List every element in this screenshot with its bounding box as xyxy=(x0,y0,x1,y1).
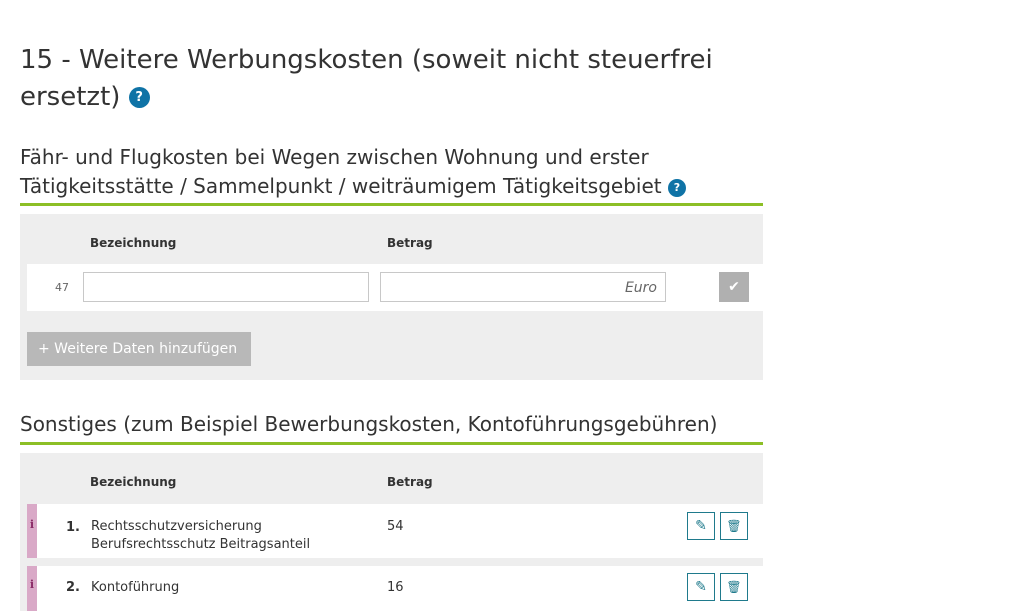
trash-icon: 🗑 xyxy=(726,580,742,594)
item-number: 2. xyxy=(66,580,80,595)
item-description: Kontoführung xyxy=(91,580,180,595)
entry-row: 47 Euro ✔ xyxy=(27,264,776,311)
delete-button[interactable]: 🗑 xyxy=(720,573,748,601)
help-icon[interactable]: ? xyxy=(667,178,686,197)
pencil-icon: ✎ xyxy=(695,579,707,595)
description-input[interactable] xyxy=(83,272,369,302)
confirm-button[interactable]: ✔ xyxy=(719,272,749,302)
other-costs-panel: Bezeichnung Betrag i 1. Rechtsschutzvers… xyxy=(20,453,776,611)
item-amount: 16 xyxy=(387,580,404,595)
item-number: 1. xyxy=(66,520,80,535)
checkmark-icon: ✔ xyxy=(728,279,740,295)
edit-button[interactable]: ✎ xyxy=(687,573,715,601)
info-icon: i xyxy=(29,518,35,531)
column-header-description: Bezeichnung xyxy=(90,236,177,250)
section-divider xyxy=(20,442,763,445)
section-heading-other: Sonstiges (zum Beispiel Bewerbungskosten… xyxy=(20,412,718,436)
list-item: i 1. Rechtsschutzversicherung Berufsrech… xyxy=(27,504,776,558)
column-header-amount: Betrag xyxy=(387,475,433,489)
column-header-description: Bezeichnung xyxy=(90,475,177,489)
trash-icon: 🗑 xyxy=(726,519,742,533)
page-title-text: 15 - Weitere Werbungskosten (soweit nich… xyxy=(20,45,713,112)
page-title: 15 - Weitere Werbungskosten (soweit nich… xyxy=(20,42,720,116)
list-item: i 2. Kontoführung 16 ✎ 🗑 xyxy=(27,566,776,611)
info-marker[interactable]: i xyxy=(27,566,37,611)
edit-button[interactable]: ✎ xyxy=(687,512,715,540)
add-more-data-button[interactable]: + Weitere Daten hinzufügen xyxy=(27,332,252,366)
column-header-amount: Betrag xyxy=(387,236,433,250)
pencil-icon: ✎ xyxy=(695,518,707,534)
help-icon[interactable]: ? xyxy=(128,87,150,108)
item-description: Rechtsschutzversicherung Berufsrechtssch… xyxy=(91,519,311,552)
travel-costs-panel: Bezeichnung Betrag 47 Euro ✔ + Weitere D… xyxy=(20,214,776,380)
currency-suffix: Euro xyxy=(624,280,657,296)
info-marker[interactable]: i xyxy=(27,504,37,558)
amount-input[interactable]: Euro xyxy=(380,272,666,302)
delete-button[interactable]: 🗑 xyxy=(720,512,748,540)
line-number: 47 xyxy=(55,281,69,294)
info-icon: i xyxy=(29,578,35,591)
item-amount: 54 xyxy=(387,519,404,534)
section-heading-text: Fähr- und Flugkosten bei Wegen zwischen … xyxy=(20,145,662,198)
section-divider xyxy=(20,203,763,206)
section-heading-travel-costs: Fähr- und Flugkosten bei Wegen zwischen … xyxy=(20,143,762,201)
